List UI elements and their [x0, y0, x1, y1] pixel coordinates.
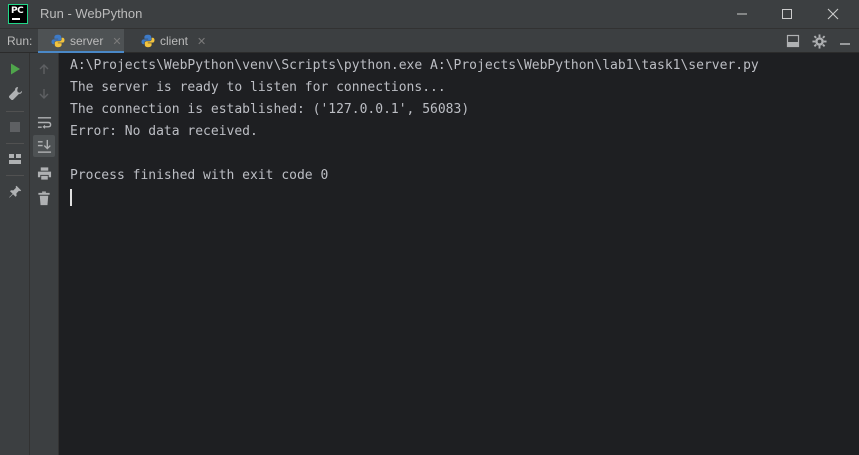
- python-icon: [141, 34, 155, 48]
- tab-server[interactable]: server ✕: [38, 29, 124, 54]
- logo-text: PC: [11, 6, 24, 16]
- settings-button[interactable]: [811, 33, 827, 49]
- pin-icon: [9, 185, 22, 198]
- maximize-icon: [782, 9, 792, 19]
- maximize-window-button[interactable]: [764, 0, 810, 28]
- trash-icon: [38, 190, 50, 205]
- print-icon: [37, 166, 51, 181]
- tab-label: client: [160, 34, 189, 48]
- title-bar: PC Run - WebPython: [0, 0, 859, 28]
- wrench-icon: [8, 86, 22, 100]
- console-line: Error: No data received.: [70, 124, 258, 139]
- scroll-to-end-button[interactable]: [33, 135, 55, 157]
- rerun-button[interactable]: [6, 60, 24, 78]
- scroll-to-end-icon: [37, 139, 51, 153]
- minimize-icon: [737, 13, 747, 15]
- text-cursor: [70, 189, 72, 206]
- close-icon: [827, 8, 839, 20]
- pycharm-logo: PC: [8, 4, 28, 24]
- console-line: The server is ready to listen for connec…: [70, 80, 446, 95]
- layout-button[interactable]: [785, 33, 801, 49]
- window-title: Run - WebPython: [40, 6, 143, 21]
- run-left-toolbar: [0, 53, 30, 455]
- arrow-up-icon: [39, 64, 49, 74]
- run-tool-window-header: Run: server ✕ client ✕: [0, 28, 859, 54]
- previous-occurrence-button[interactable]: [35, 60, 53, 78]
- console-toolbar: [30, 53, 59, 455]
- hide-panel-button[interactable]: [837, 33, 853, 49]
- print-button[interactable]: [35, 164, 53, 182]
- console-output[interactable]: A:\Projects\WebPython\venv\Scripts\pytho…: [59, 53, 859, 455]
- tab-close-icon[interactable]: ✕: [197, 35, 206, 48]
- next-occurrence-button[interactable]: [35, 85, 53, 103]
- stop-button[interactable]: [6, 118, 24, 136]
- tab-label: server: [70, 34, 104, 48]
- tab-client[interactable]: client ✕: [128, 29, 210, 53]
- python-icon: [51, 34, 65, 48]
- console-line: The connection is established: ('127.0.0…: [70, 102, 470, 117]
- play-icon: [11, 63, 20, 75]
- tab-close-icon[interactable]: ✕: [112, 35, 121, 48]
- gear-icon: [811, 33, 827, 49]
- minimize-icon: [840, 43, 850, 45]
- run-label: Run:: [7, 34, 33, 48]
- restore-layout-button[interactable]: [6, 150, 24, 168]
- console-line: A:\Projects\WebPython\venv\Scripts\pytho…: [70, 58, 759, 73]
- layout-icon: [786, 34, 800, 48]
- pin-tab-button[interactable]: [6, 183, 24, 201]
- soft-wrap-icon: [37, 116, 51, 129]
- arrow-down-icon: [39, 89, 49, 99]
- console-line: Process finished with exit code 0: [70, 168, 329, 183]
- close-window-button[interactable]: [810, 0, 856, 28]
- soft-wrap-button[interactable]: [35, 113, 53, 131]
- stop-icon: [10, 122, 20, 132]
- clear-all-button[interactable]: [35, 189, 53, 207]
- minimize-window-button[interactable]: [719, 0, 765, 28]
- layout-icon: [9, 154, 21, 164]
- edit-configuration-button[interactable]: [6, 84, 24, 102]
